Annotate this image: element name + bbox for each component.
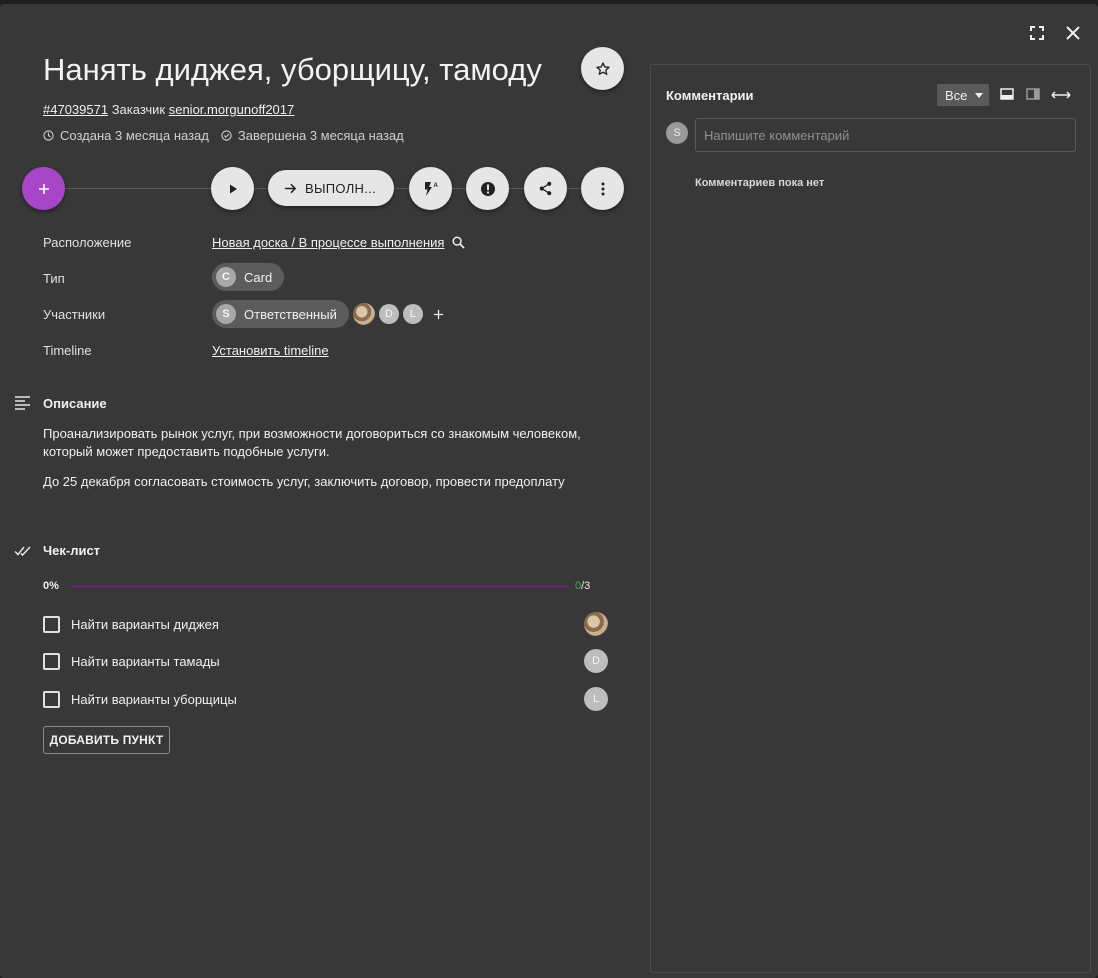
- add-checklist-item-button[interactable]: ДОБАВИТЬ ПУНКТ: [43, 726, 170, 754]
- responsible-chip[interactable]: S Ответственный: [212, 300, 349, 328]
- search-icon[interactable]: [452, 236, 466, 249]
- checklist-checkbox[interactable]: [43, 615, 60, 633]
- checklist-item: Найти варианты диджея: [43, 609, 608, 639]
- description-paragraph-1[interactable]: Проанализировать рынок услуг, при возмож…: [43, 425, 613, 461]
- priority-button[interactable]: [466, 167, 509, 210]
- description-heading: Описание: [43, 396, 107, 411]
- comments-panel: Комментарии Все S Комментариев пока нет: [650, 64, 1091, 973]
- type-chip[interactable]: C Card: [212, 263, 285, 291]
- checklist-total: /3: [581, 580, 591, 592]
- svg-text:A: A: [433, 183, 438, 189]
- share-icon: [539, 181, 552, 196]
- close-icon[interactable]: [1062, 22, 1084, 44]
- card-id-link[interactable]: #47039571: [43, 102, 108, 117]
- check-circle-icon: [221, 130, 232, 141]
- checklist-item-label[interactable]: Найти варианты диджея: [71, 617, 584, 632]
- member-avatar-d[interactable]: D: [378, 304, 399, 324]
- plus-icon: [38, 183, 49, 194]
- automation-button[interactable]: A: [409, 167, 452, 210]
- play-button[interactable]: [211, 167, 254, 210]
- clock-icon: [43, 130, 54, 141]
- no-comments-text: Комментариев пока нет: [695, 177, 825, 189]
- card-dialog: Нанять диджея, уборщицу, тамоду #4703957…: [0, 4, 1098, 978]
- responsible-avatar: S: [216, 304, 236, 324]
- more-button[interactable]: [581, 167, 624, 210]
- add-member-icon[interactable]: [433, 309, 444, 320]
- type-label: Тип: [43, 271, 65, 286]
- expand-horizontal-icon[interactable]: [1051, 91, 1071, 99]
- type-value: Card: [244, 269, 273, 285]
- layout-bottom-icon[interactable]: [1000, 88, 1014, 100]
- status-label: ВЫПОЛН...: [305, 180, 376, 196]
- customer-label: Заказчик: [111, 102, 166, 117]
- star-icon: [595, 61, 610, 75]
- checklist-item: Найти варианты тамады D: [43, 646, 608, 676]
- flash-auto-icon: A: [424, 181, 438, 196]
- checklist-progress-bar: [72, 585, 568, 588]
- location-label: Расположение: [43, 235, 132, 250]
- responsible-value: Ответственный: [244, 306, 337, 322]
- checklist-checkbox[interactable]: [43, 652, 60, 670]
- checklist-heading: Чек-лист: [43, 543, 101, 558]
- checklist-assignee-avatar[interactable]: D: [584, 649, 608, 673]
- alert-icon: [480, 181, 495, 196]
- checklist-item-label[interactable]: Найти варианты тамады: [71, 654, 584, 669]
- fullscreen-icon[interactable]: [1026, 22, 1048, 44]
- comment-input[interactable]: [695, 118, 1076, 152]
- created-text: Создана 3 месяца назад: [60, 128, 209, 143]
- description-paragraph-2[interactable]: До 25 декабря согласовать стоимость услу…: [43, 473, 613, 491]
- description-icon: [15, 396, 30, 410]
- comments-filter-value: Все: [945, 87, 968, 103]
- checklist-checkbox[interactable]: [43, 690, 60, 708]
- more-vertical-icon: [601, 182, 604, 195]
- member-avatar-l[interactable]: L: [402, 304, 423, 324]
- layout-side-icon[interactable]: [1026, 88, 1040, 100]
- customer-link[interactable]: senior.morgunoff2017: [169, 102, 295, 117]
- add-button[interactable]: [22, 167, 65, 210]
- checklist-item: Найти варианты уборщицы L: [43, 684, 608, 714]
- checklist-count: 0/3: [575, 580, 590, 592]
- timeline-label: Timeline: [43, 343, 92, 358]
- caret-down-icon: [975, 92, 984, 98]
- checklist-assignee-avatar[interactable]: L: [584, 687, 608, 711]
- timeline-row: Установить timeline: [212, 343, 329, 358]
- play-icon: [229, 184, 237, 193]
- checklist-percent: 0%: [43, 580, 59, 592]
- members-row: S Ответственный D L: [212, 300, 444, 328]
- members-label: Участники: [43, 307, 106, 322]
- status-button[interactable]: ВЫПОЛН...: [268, 170, 394, 206]
- comments-filter-select[interactable]: Все: [937, 84, 989, 106]
- location-row: Новая доска / В процессе выполнения: [212, 235, 466, 250]
- set-timeline-link[interactable]: Установить timeline: [212, 343, 329, 358]
- type-row: C Card: [212, 263, 285, 291]
- card-dates: Создана 3 месяца назад Завершена 3 месяц…: [43, 128, 404, 143]
- share-button[interactable]: [524, 167, 567, 210]
- checklist-assignee-photo[interactable]: [584, 612, 608, 636]
- card-title[interactable]: Нанять диджея, уборщицу, тамоду: [43, 52, 542, 88]
- star-button[interactable]: [581, 47, 624, 90]
- double-check-icon: [14, 546, 31, 557]
- completed-text: Завершена 3 месяца назад: [237, 128, 404, 143]
- member-avatar-photo[interactable]: [352, 303, 375, 325]
- comments-title: Комментарии: [666, 88, 754, 103]
- location-link[interactable]: Новая доска / В процессе выполнения: [212, 235, 444, 250]
- comment-user-avatar: S: [666, 122, 688, 144]
- type-avatar: C: [216, 267, 236, 287]
- arrow-right-icon: [284, 183, 297, 193]
- checklist-item-label[interactable]: Найти варианты уборщицы: [71, 692, 584, 707]
- card-meta: #47039571 Заказчик senior.morgunoff2017: [43, 102, 294, 117]
